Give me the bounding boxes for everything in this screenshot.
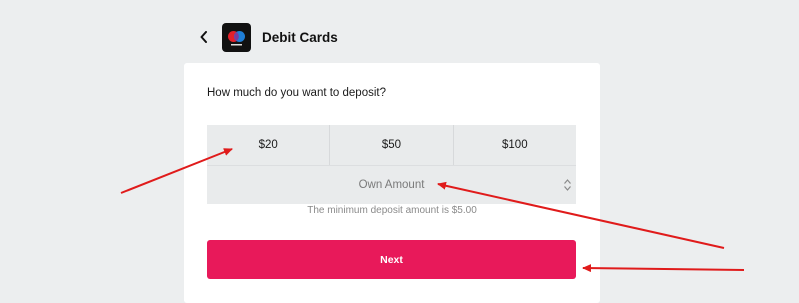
amount-100-button[interactable]: $100 [454,125,576,165]
page-title: Debit Cards [262,29,338,45]
card-brand-icon [228,30,245,45]
amount-options: $20 $50 $100 [207,125,576,165]
chevron-left-icon [200,31,207,43]
deposit-panel: How much do you want to deposit? $20 $50… [184,63,600,303]
number-spinner-icon[interactable] [563,178,572,192]
debit-card-logo [222,22,251,52]
own-amount-field [207,165,576,204]
amount-50-button[interactable]: $50 [330,125,454,165]
deposit-question: How much do you want to deposit? [207,87,386,99]
back-button[interactable] [196,27,212,47]
annotation-arrow-next [582,264,745,273]
next-button[interactable]: Next [207,240,576,279]
minimum-deposit-hint: The minimum deposit amount is $5.00 [307,205,477,216]
page-header: Debit Cards [196,22,338,52]
amount-20-button[interactable]: $20 [207,125,331,165]
own-amount-input[interactable] [239,178,544,192]
